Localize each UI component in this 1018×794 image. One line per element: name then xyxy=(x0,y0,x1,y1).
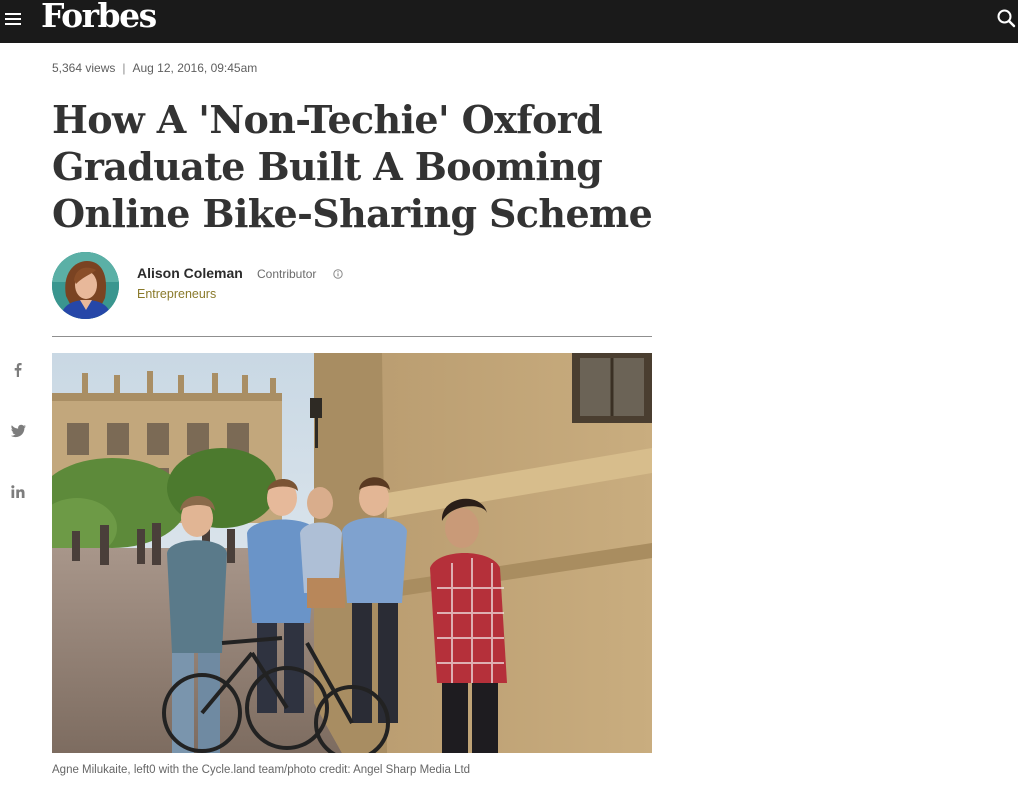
author-divider xyxy=(52,336,652,337)
article-meta: 5,364 views | Aug 12, 2016, 09:45am xyxy=(52,61,257,75)
hamburger-menu-icon[interactable] xyxy=(5,10,22,27)
search-icon[interactable] xyxy=(996,8,1016,28)
author-role: Contributor xyxy=(257,267,317,281)
linkedin-icon[interactable] xyxy=(8,482,28,502)
meta-separator: | xyxy=(122,61,126,75)
twitter-icon[interactable] xyxy=(8,421,28,441)
author-avatar[interactable] xyxy=(52,252,119,319)
author-name[interactable]: Alison Coleman xyxy=(137,265,243,281)
view-count: 5,364 views xyxy=(52,61,116,75)
image-caption: Agne Milukaite, left0 with the Cycle.lan… xyxy=(52,764,471,776)
publish-date: Aug 12, 2016, 09:45am xyxy=(132,61,258,75)
top-navigation-bar: Forbes xyxy=(0,0,1018,43)
article-headline: How A 'Non-Techie' Oxford Graduate Built… xyxy=(52,97,653,236)
info-icon[interactable] xyxy=(333,269,343,279)
author-channel-link[interactable]: Entrepreneurs xyxy=(137,287,216,301)
facebook-icon[interactable] xyxy=(8,360,28,380)
article-photo xyxy=(52,353,652,753)
forbes-logo[interactable]: Forbes xyxy=(41,0,157,35)
